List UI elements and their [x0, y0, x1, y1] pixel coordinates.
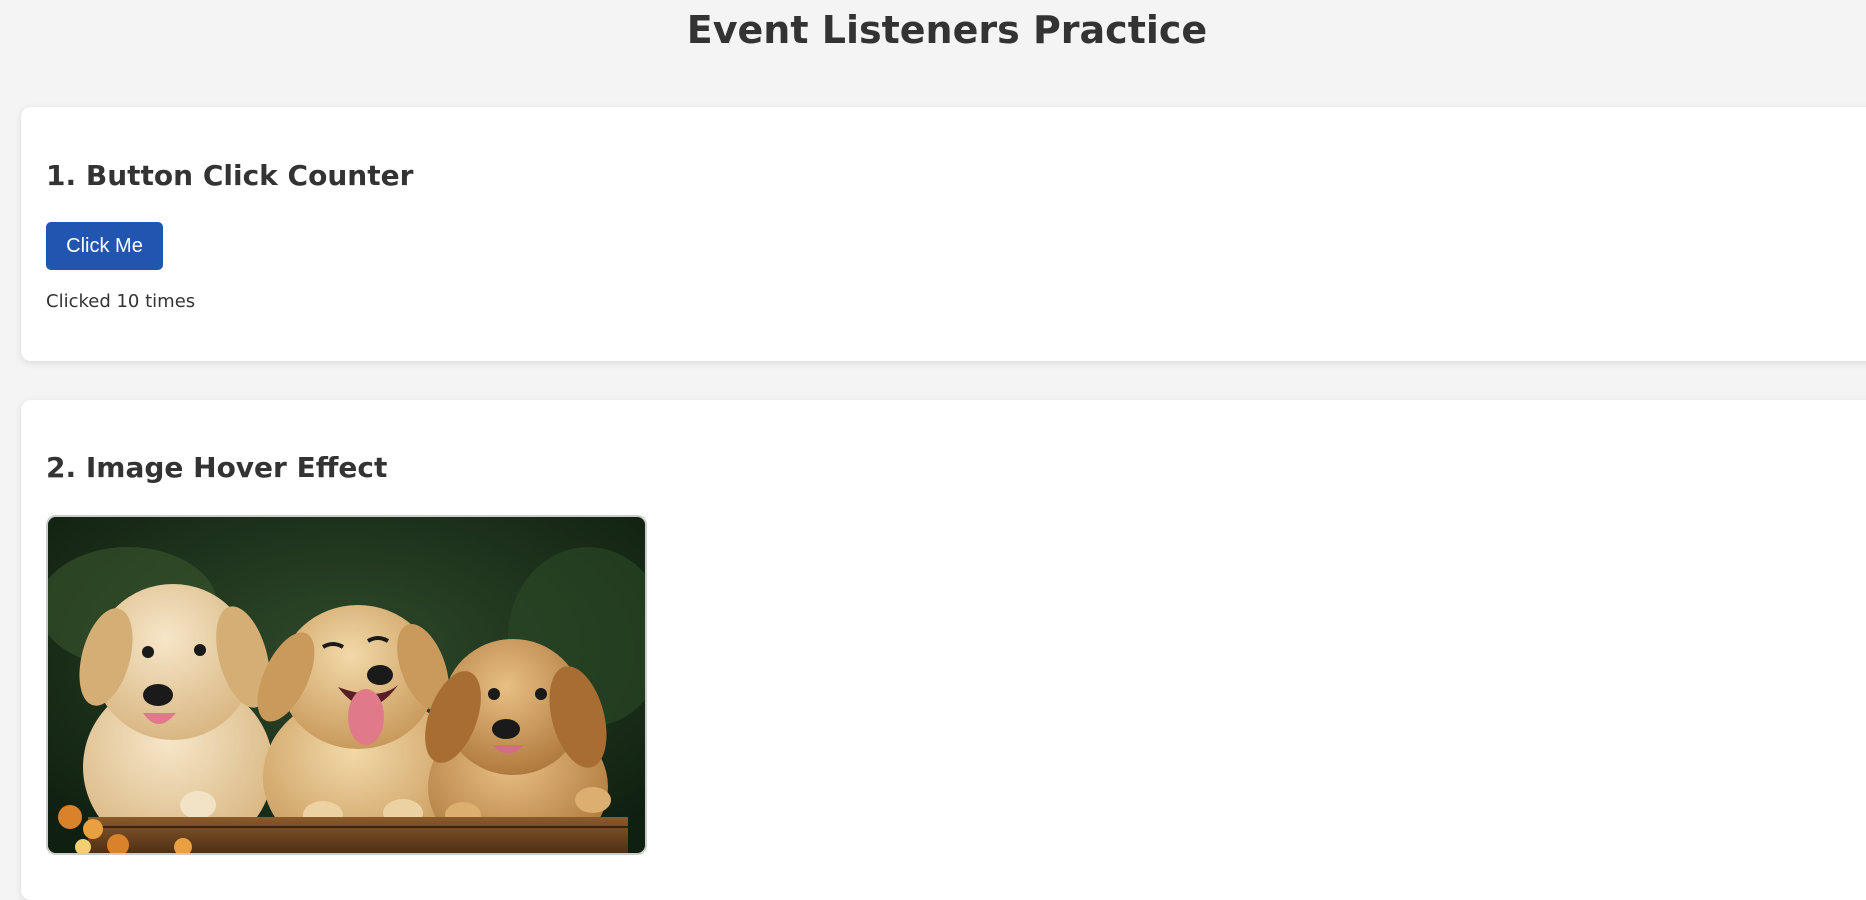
image-hover-heading: 2. Image Hover Effect: [46, 451, 388, 484]
page-title: Event Listeners Practice: [686, 8, 1208, 52]
click-counter-heading: 1. Button Click Counter: [46, 159, 414, 192]
click-me-button[interactable]: Click Me: [46, 222, 163, 270]
image-hover-section: 2. Image Hover Effect: [21, 400, 1866, 900]
click-count-text: Clicked 10 times: [46, 291, 196, 312]
puppies-image[interactable]: [46, 515, 647, 855]
puppies-illustration: [48, 517, 645, 853]
click-counter-section: 1. Button Click Counter Click Me Clicked…: [21, 107, 1866, 361]
